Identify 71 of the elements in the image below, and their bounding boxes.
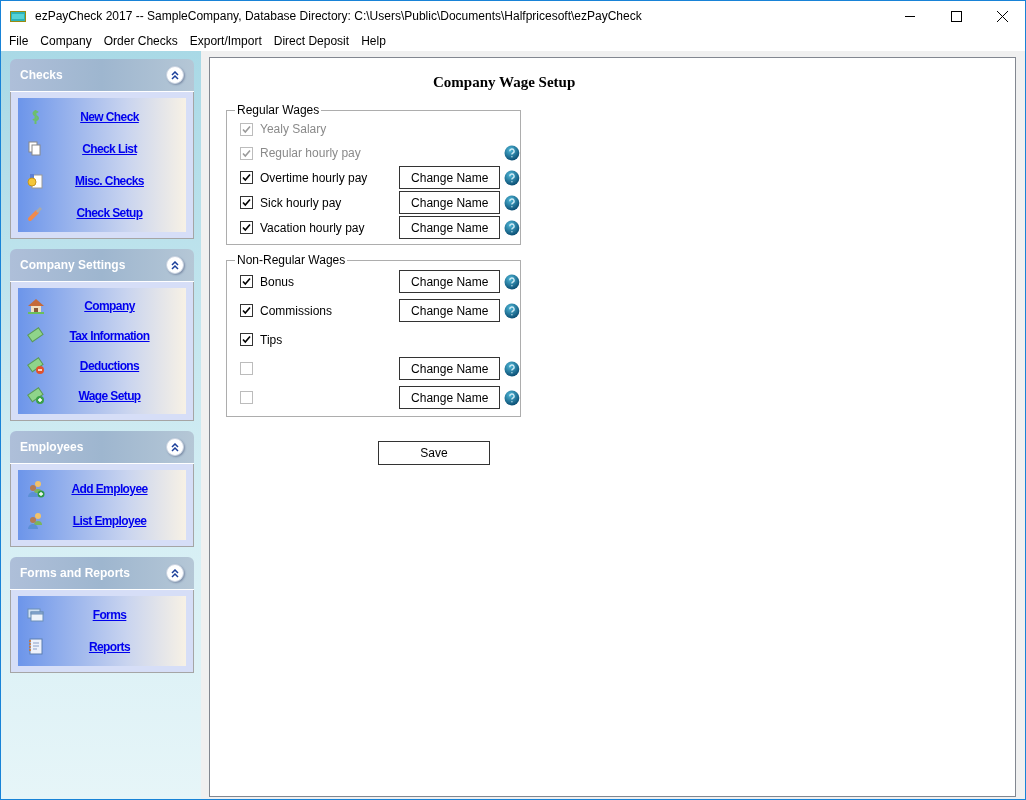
sidebar-link[interactable]: Check Setup — [45, 206, 186, 220]
double-chevron-icon — [171, 568, 179, 578]
save-button[interactable]: Save — [378, 441, 490, 465]
double-chevron-icon — [171, 70, 179, 80]
app-icon — [10, 10, 26, 22]
sidebar-link[interactable]: Check List — [45, 142, 186, 156]
change-name-button[interactable]: Change Name — [399, 216, 501, 239]
menu-item[interactable]: Order Checks — [97, 34, 184, 48]
collapse-button[interactable] — [166, 564, 184, 582]
page-title: Company Wage Setup — [432, 74, 577, 91]
checkbox-label: Vacation hourly pay — [260, 220, 366, 235]
menu-item[interactable]: Direct Deposit — [267, 34, 356, 48]
checkbox-label: Yealy Salary — [260, 122, 328, 136]
menu-item[interactable]: Help — [355, 34, 392, 48]
sidebar-link[interactable]: Tax Information — [45, 329, 186, 343]
collapse-button[interactable] — [166, 438, 184, 456]
change-name-button[interactable]: Change Name — [399, 270, 501, 293]
menu-item[interactable]: File — [3, 34, 35, 48]
help-icon[interactable] — [504, 219, 520, 236]
checkbox[interactable] — [240, 333, 253, 346]
checkbox[interactable] — [240, 171, 253, 184]
checkbox[interactable] — [240, 196, 253, 209]
help-icon[interactable] — [504, 194, 520, 211]
sidebar-link[interactable]: List Employee — [45, 514, 186, 528]
sidebar-link[interactable]: Add Employee — [45, 482, 186, 496]
sidebar-link[interactable]: Deductions — [45, 359, 186, 373]
change-name-button[interactable]: Change Name — [399, 191, 501, 214]
help-icon[interactable] — [504, 169, 520, 186]
double-chevron-icon — [171, 260, 179, 270]
group-title: Non-Regular Wages — [236, 253, 347, 267]
money-minus-icon — [27, 357, 45, 375]
close-icon — [996, 10, 1008, 22]
sidebar-link[interactable]: Company — [45, 299, 186, 313]
panel-title: Company Settings — [20, 258, 126, 272]
house-icon — [27, 297, 45, 315]
people-plus-icon — [27, 480, 45, 498]
wrench-icon — [27, 204, 45, 222]
maximize-icon — [950, 10, 962, 22]
checkbox-label: Bonus — [260, 274, 296, 289]
checkbox[interactable] — [240, 304, 253, 317]
help-icon[interactable] — [504, 302, 520, 319]
panel-title: Employees — [20, 440, 84, 454]
menu-item[interactable]: Export/Import — [183, 34, 268, 48]
collapse-button[interactable] — [166, 256, 184, 274]
checkbox[interactable] — [240, 221, 253, 234]
people-icon — [27, 512, 45, 530]
sidebar-link[interactable]: New Check — [45, 110, 186, 124]
checkbox-label: Regular hourly pay — [260, 146, 362, 160]
windows-icon — [27, 606, 45, 624]
sidebar-link[interactable]: Reports — [45, 640, 186, 654]
sidebar-link[interactable]: Misc. Checks — [45, 174, 186, 188]
window-title: ezPayCheck 2017 -- SampleCompany, Database Directory: C:\Users\Public\Documents\Halfpricesoft\ezPayCheck — [35, 9, 642, 23]
checkbox-label: Commissions — [260, 303, 333, 318]
checkbox-label: Tips — [260, 332, 284, 347]
collapse-button[interactable] — [166, 66, 184, 84]
change-name-button[interactable]: Change Name — [399, 166, 501, 189]
group-title: Regular Wages — [236, 103, 321, 117]
panel-title: Forms and Reports — [20, 566, 130, 580]
medal-document-icon — [27, 172, 45, 190]
checkbox[interactable] — [240, 275, 253, 288]
panel-title: Checks — [20, 68, 63, 82]
change-name-button[interactable]: Change Name — [399, 299, 501, 322]
checkbox-label: Overtime hourly pay — [260, 170, 369, 185]
menu-item[interactable]: Company — [34, 34, 98, 48]
checkbox-label: Sick hourly pay — [260, 195, 343, 210]
notebook-icon — [27, 638, 45, 656]
money-plus-icon — [27, 387, 45, 405]
help-icon[interactable] — [504, 273, 520, 290]
double-chevron-icon — [171, 442, 179, 452]
sidebar-link[interactable]: Forms — [45, 608, 186, 622]
sidebar-link[interactable]: Wage Setup — [45, 389, 186, 403]
